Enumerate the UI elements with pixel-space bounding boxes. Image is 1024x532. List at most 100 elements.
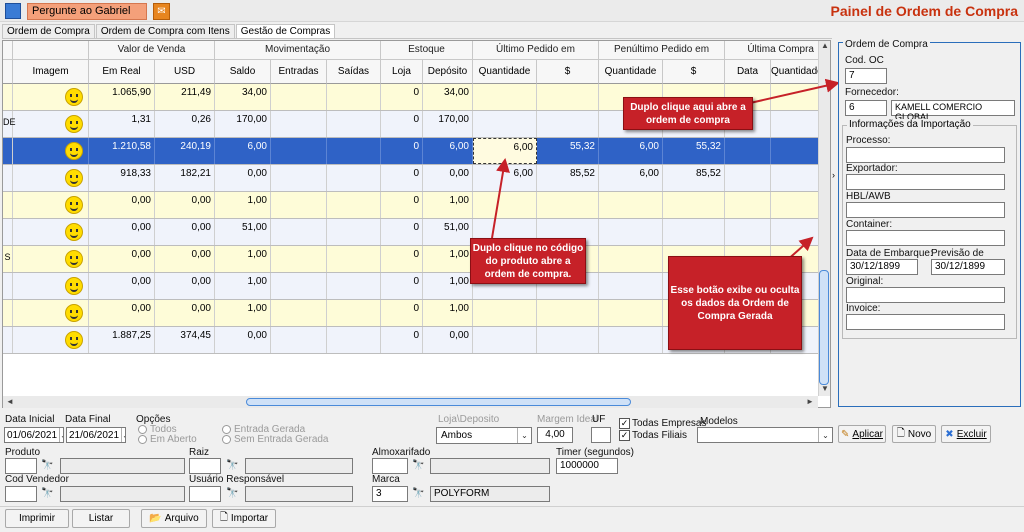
modelos-label: Modelos [700,416,738,427]
data-final-field[interactable]: 21/06/2021 ⌄ [66,427,126,443]
arquivo-button[interactable]: 📂 Arquivo [141,509,207,528]
data-inicial-field[interactable]: 01/06/2021 ⌄ [4,427,64,443]
original-field[interactable] [846,287,1005,303]
exportador-label: Exportador: [846,163,898,174]
almoxarifado-label: Almoxarifado [372,447,431,458]
radio-entrada-gerada[interactable] [222,425,231,434]
marca-label: Marca [372,474,400,485]
radio-em-aberto-label: Em Aberto [150,434,197,445]
loja-deposito-select[interactable]: Ambos ⌄ [436,427,532,444]
original-label: Original: [846,276,884,287]
fornecedor-code-field[interactable]: 6 [845,100,887,116]
fornecedor-label: Fornecedor: [845,87,899,98]
raiz-desc-field [245,458,353,474]
aplicar-button[interactable]: ✎ Aplicar [838,425,886,443]
todas-empresas-checkbox[interactable]: ✓ [619,418,630,429]
raiz-label: Raiz [189,447,210,458]
novo-label: Novo [907,428,932,440]
uf-field[interactable] [591,427,611,443]
hbl-awb-field[interactable] [846,202,1005,218]
container-label: Container: [846,219,893,230]
modelos-select[interactable]: ⌄ [697,427,833,443]
loja-deposito-label: Loja\Deposito [438,414,500,425]
aplicar-label: Aplicar [852,428,883,440]
chevron-down-icon[interactable]: ⌄ [121,428,125,442]
hbl-awb-label: HBL/AWB [846,191,891,202]
listar-button[interactable]: Listar [72,509,130,528]
order-panel: Ordem de Compra Cod. OC 7 Fornecedor: 6 … [838,39,1021,407]
arquivo-label: Arquivo [164,513,199,524]
order-panel-title: Ordem de Compra [843,39,930,50]
usuario-responsavel-label: Usuário Responsável [189,474,285,485]
usuario-code-field[interactable] [189,486,221,502]
data-embarque-label: Data de Embarque: [846,248,933,259]
data-final-label: Data Final [65,414,111,425]
almoxarifado-code-field[interactable] [372,458,408,474]
arrow-to-product-code [491,158,510,239]
cod-vendedor-field[interactable] [5,486,37,502]
marca-code-field[interactable]: 3 [372,486,408,502]
search-binoculars-icon[interactable]: 🔭 [226,460,238,471]
arrow-to-cod-oc [749,78,840,104]
import-icon: 🗋 [219,512,228,523]
callout-toggle-panel: Esse botão exibe ou oculta os dados da O… [668,256,802,350]
invoice-label: Invoice: [846,303,881,314]
loja-deposito-value: Ambos [441,430,473,441]
radio-sem-entrada-label: Sem Entrada Gerada [234,434,329,445]
novo-button[interactable]: 🗋 Novo [892,425,936,443]
timer-field[interactable]: 1000000 [556,458,618,474]
almoxarifado-desc-field [430,458,550,474]
todas-filiais-checkbox[interactable]: ✓ [619,430,630,441]
todas-filiais-label: Todas Filiais [632,430,688,441]
callout-double-click-order: Duplo clique aqui abre a ordem de compra [623,97,753,130]
data-embarque-field[interactable]: 30/12/1899 [846,259,918,275]
pencil-icon: ✎ [841,428,850,440]
uf-label: UF [592,414,606,425]
previsao-chegada-field[interactable]: 30/12/1899 [931,259,1005,275]
search-binoculars-icon[interactable]: 🔭 [226,488,238,499]
container-field[interactable] [846,230,1005,246]
search-binoculars-icon[interactable]: 🔭 [412,488,424,499]
cod-oc-field[interactable]: 7 [845,68,887,84]
callout-double-click-code: Duplo clique no código do produto abre a… [470,238,586,284]
radio-em-aberto[interactable] [138,435,147,444]
imprimir-button[interactable]: Imprimir [5,509,69,528]
vendedor-desc-field [60,486,185,502]
usuario-desc-field [245,486,353,502]
fornecedor-name-field[interactable]: KAMELL COMERCIO GLOBAL [891,100,1015,122]
processo-label: Processo: [846,135,891,146]
produto-code-field[interactable] [5,458,37,474]
importar-label: Importar [230,513,269,524]
data-inicial-label: Data Inicial [5,414,55,425]
radio-sem-entrada[interactable] [222,435,231,444]
processo-field[interactable] [846,147,1005,163]
chevron-down-icon[interactable]: ⌄ [818,428,832,442]
exportador-field[interactable] [846,174,1005,190]
cod-vendedor-label: Cod Vendedor [5,474,69,485]
search-binoculars-icon[interactable]: 🔭 [41,460,53,471]
search-binoculars-icon[interactable]: 🔭 [41,488,53,499]
modelos-value [698,428,818,442]
chevron-down-icon[interactable]: ⌄ [59,428,63,442]
invoice-field[interactable] [846,314,1005,330]
todas-empresas-label: Todas Empresas [632,418,707,429]
produto-label: Produto [5,447,41,458]
raiz-code-field[interactable] [189,458,221,474]
radio-todos[interactable] [138,425,147,434]
data-final-value: 21/06/2021 [69,430,120,441]
margem-ideal-field[interactable]: 4,00 [537,427,573,443]
timer-label: Timer (segundos) [556,447,634,458]
new-document-icon: 🗋 [896,427,905,439]
data-inicial-value: 01/06/2021 [7,430,58,441]
search-binoculars-icon[interactable]: 🔭 [412,460,424,471]
margem-ideal-label: Margem Ideal [537,414,599,425]
cod-oc-label: Cod. OC [845,55,884,66]
delete-icon: ✖ [945,428,954,440]
import-info-title: Informações da Importação [847,119,973,130]
marca-desc-field: POLYFORM [430,486,550,502]
produto-desc-field [60,458,185,474]
chevron-down-icon[interactable]: ⌄ [517,428,531,443]
excluir-button[interactable]: ✖ Excluir [941,425,991,443]
folder-icon: 📂 [149,513,162,524]
importar-button[interactable]: 🗋 Importar [212,509,276,528]
